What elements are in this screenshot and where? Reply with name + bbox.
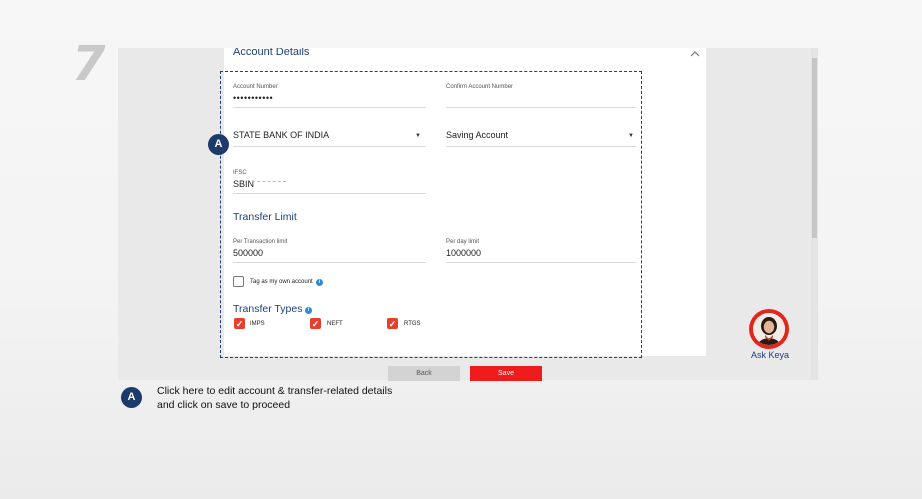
assistant-avatar-image	[753, 313, 785, 345]
chevron-up-icon[interactable]	[688, 48, 702, 62]
confirm-account-number-input[interactable]	[446, 93, 631, 104]
ifsc-input[interactable]: SBIN	[233, 179, 254, 189]
account-number-underline	[233, 107, 426, 108]
save-button[interactable]: Save	[470, 366, 542, 381]
info-icon[interactable]: i	[305, 307, 312, 314]
bank-select[interactable]: STATE BANK OF INDIA ▼	[233, 130, 426, 146]
check-icon: ✓	[311, 319, 320, 329]
own-account-checkbox[interactable]	[233, 276, 244, 287]
scrollbar-thumb[interactable]	[812, 58, 817, 238]
check-icon: ✓	[235, 319, 244, 329]
scrollbar-track[interactable]	[811, 48, 818, 380]
transfer-limit-title: Transfer Limit	[233, 211, 297, 223]
app-screen: Account Details Account Number •••••••••…	[118, 48, 818, 380]
check-icon: ✓	[388, 319, 397, 329]
caption-text: Click here to edit account & transfer-re…	[157, 384, 477, 412]
account-type-select-value: Saving Account	[446, 130, 509, 140]
imps-checkbox[interactable]: ✓	[234, 318, 245, 329]
per-day-limit-input[interactable]: 1000000	[446, 248, 481, 258]
account-details-title[interactable]: Account Details	[233, 48, 309, 58]
back-button[interactable]: Back	[388, 366, 460, 381]
person-icon	[753, 313, 785, 345]
bank-select-value: STATE BANK OF INDIA	[233, 130, 330, 140]
caret-down-icon: ▼	[415, 133, 421, 139]
caption-line-1: Click here to edit account & transfer-re…	[157, 385, 393, 397]
caption-line-2: and click on save to proceed	[157, 399, 291, 411]
rtgs-checkbox[interactable]: ✓	[387, 318, 398, 329]
form-panel: Account Details Account Number •••••••••…	[224, 48, 706, 356]
ifsc-underline	[233, 193, 426, 194]
account-type-select-underline	[446, 146, 636, 147]
rtgs-label: RTGS	[404, 321, 421, 327]
imps-label: IMPS	[250, 321, 265, 327]
caption-marker: A	[121, 387, 142, 408]
account-type-select[interactable]: Saving Account ▼	[446, 130, 636, 146]
confirm-account-number-label: Confirm Account Number	[446, 84, 514, 90]
account-number-label: Account Number	[233, 84, 278, 90]
ifsc-autocomplete-hint	[252, 181, 286, 182]
own-account-label: Tag as my own account	[250, 279, 313, 285]
bank-select-underline	[233, 146, 426, 147]
transfer-types-title: Transfer Types	[233, 303, 303, 315]
confirm-account-number-underline	[446, 107, 636, 108]
ask-keya-label[interactable]: Ask Keya	[751, 350, 789, 360]
annotation-marker: A	[208, 134, 229, 155]
ifsc-label: IFSC	[233, 170, 247, 176]
per-transaction-limit-label: Per Transaction limit	[233, 239, 288, 245]
per-day-limit-label: Per day limit	[446, 239, 480, 245]
neft-checkbox[interactable]: ✓	[310, 318, 321, 329]
neft-label: NEFT	[327, 321, 343, 327]
caret-down-icon: ▼	[628, 133, 634, 139]
account-number-input[interactable]: •••••••••••	[233, 93, 273, 103]
per-day-underline	[446, 262, 636, 263]
step-number: 7	[72, 36, 106, 92]
assistant-avatar[interactable]	[749, 309, 789, 349]
per-transaction-limit-input[interactable]: 500000	[233, 248, 263, 258]
per-transaction-underline	[233, 262, 426, 263]
info-icon[interactable]: i	[316, 279, 323, 286]
